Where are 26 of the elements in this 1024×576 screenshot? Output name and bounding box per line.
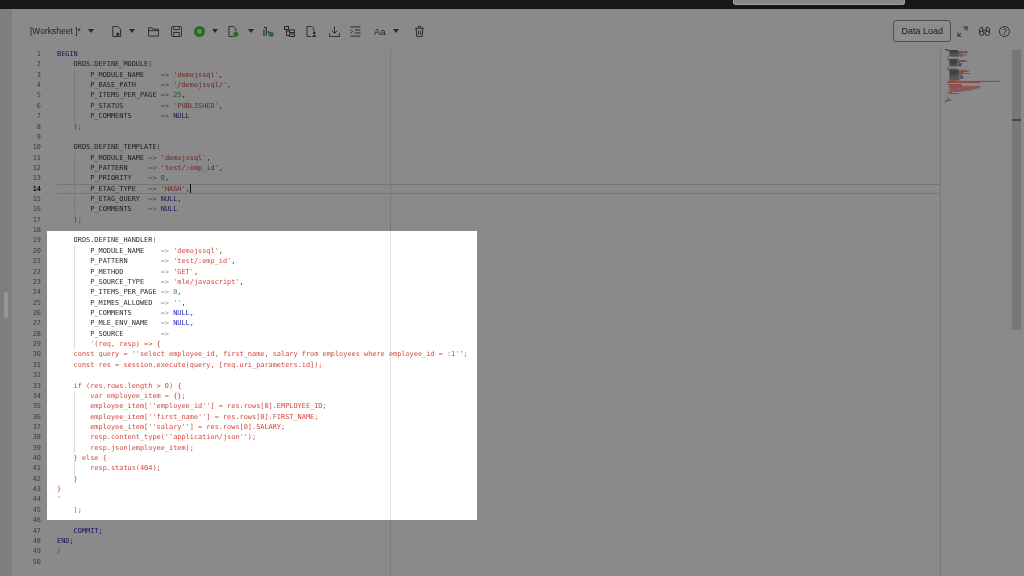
- trash-icon[interactable]: [413, 25, 425, 37]
- folder-icon[interactable]: [147, 25, 159, 37]
- caret-icon[interactable]: [247, 29, 254, 33]
- indent-icon[interactable]: [349, 25, 361, 37]
- help-icon[interactable]: [999, 25, 1010, 37]
- caret-icon[interactable]: [211, 29, 218, 33]
- data-load-button[interactable]: Data Load: [893, 20, 951, 42]
- binoculars-icon[interactable]: [979, 25, 990, 37]
- document-icon[interactable]: [110, 25, 122, 37]
- minimap-drawing[interactable]: [945, 49, 1001, 105]
- document-badge-icon[interactable]: [227, 25, 239, 37]
- caret-icon[interactable]: [128, 29, 135, 33]
- download-icon[interactable]: [328, 25, 340, 37]
- cursor-marker: [1012, 119, 1021, 121]
- chart-badge-icon[interactable]: [262, 25, 274, 37]
- scrollbar-thumb[interactable]: [1012, 50, 1021, 330]
- font-menu-button[interactable]: Aa: [373, 25, 399, 37]
- save-icon[interactable]: [170, 25, 182, 37]
- caret-icon[interactable]: [87, 29, 94, 33]
- document-user-icon[interactable]: [305, 25, 317, 37]
- worksheet-menu[interactable]: [Worksheet ]*: [30, 26, 94, 36]
- hierarchy-icon[interactable]: [283, 25, 295, 37]
- text-cursor: [189, 184, 191, 194]
- caret-icon[interactable]: [392, 29, 399, 33]
- search-field[interactable]: [733, 0, 905, 5]
- expand-icon[interactable]: [957, 25, 968, 37]
